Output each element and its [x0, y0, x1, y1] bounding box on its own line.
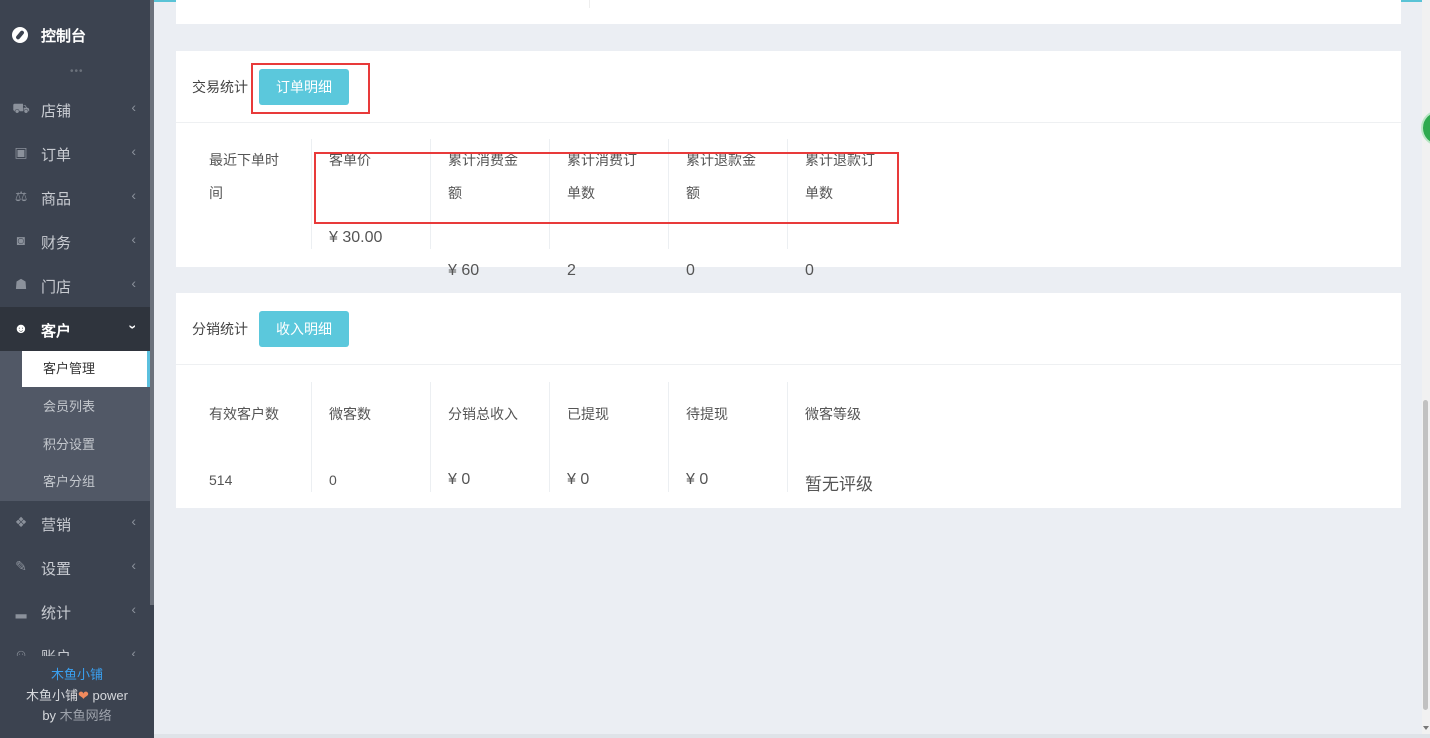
submenu-item-customer-group[interactable]: 客户分组 — [22, 464, 150, 500]
chevron-left-icon: ‹ — [131, 513, 136, 529]
heart-icon: ❤ — [78, 688, 89, 703]
trade-stats-title: 交易统计 — [192, 79, 248, 95]
sidebar-item-label: 商品 — [41, 191, 72, 208]
stat-value: 0 — [805, 262, 814, 279]
stat-header: 已提现 — [567, 406, 609, 422]
sidebar-item-marketing[interactable]: ❖ 营销 ‹ — [0, 501, 150, 545]
chevron-left-icon: ‹ — [131, 143, 136, 159]
sidebar-item-label: 设置 — [41, 561, 72, 578]
sidebar-item-store[interactable]: ☗ 门店 ‹ — [0, 263, 150, 307]
users-icon: ☻ — [13, 320, 29, 336]
stat-header: 有效客户数 — [209, 406, 279, 422]
stat-header: 分销总收入 — [448, 406, 518, 422]
stat-col-total-income: 分销总收入 ¥ 0 — [430, 382, 549, 492]
stat-value: 0 — [329, 472, 337, 488]
sidebar-item-finance[interactable]: ◙ 财务 ‹ — [0, 219, 150, 263]
sidebar-item-label: 客户 — [41, 323, 72, 340]
chevron-down-icon: › — [125, 324, 142, 330]
sitemap-icon: ☗ — [14, 276, 28, 292]
dashboard-link[interactable]: 控制台 — [0, 0, 150, 70]
footer-by-prefix: by — [42, 708, 60, 723]
wrench-icon: ✎ — [15, 558, 27, 574]
scale-icon: ⚖ — [14, 188, 28, 204]
previous-card — [176, 0, 1401, 24]
stat-header: 微客等级 — [805, 406, 861, 422]
collapse-dots[interactable]: ••• — [70, 66, 84, 77]
chevron-left-icon: ‹ — [131, 99, 136, 115]
chevron-left-icon: ‹ — [131, 275, 136, 291]
stat-header-line1: 最近下单时 — [209, 152, 279, 168]
sidebar-item-stats[interactable]: ▂ 统计 ‹ — [0, 589, 150, 633]
chevron-left-icon: ‹ — [131, 557, 136, 573]
distribution-stats-card: 分销统计 收入明细 有效客户数 514 微客数 0 分销总收入 ¥ 0 已提现 … — [176, 293, 1401, 508]
sidebar-item-goods[interactable]: ⚖ 商品 ‹ — [0, 175, 150, 219]
stat-col-micro-customers: 微客数 0 — [311, 382, 430, 492]
stat-value: 2 — [567, 262, 576, 279]
sidebar-item-settings[interactable]: ✎ 设置 ‹ — [0, 545, 150, 589]
divider — [589, 0, 590, 8]
compass-icon — [12, 27, 28, 43]
stat-value: 0 — [686, 262, 695, 279]
sidebar-item-order[interactable]: ▣ 订单 ‹ — [0, 131, 150, 175]
customer-submenu: 客户管理 会员列表 积分设置 客户分组 — [0, 351, 150, 501]
sidebar-item-label: 订单 — [41, 147, 72, 164]
bottom-strip — [154, 734, 1430, 738]
sidebar-footer: 木鱼小铺 木鱼小铺❤ power by 木鱼网络 — [0, 656, 154, 738]
submenu-item-points-settings[interactable]: 积分设置 — [22, 427, 150, 463]
signal-icon: ▂ — [15, 602, 27, 618]
footer-power: 木鱼小铺❤ power — [0, 685, 154, 704]
stat-value: ¥ 0 — [448, 471, 471, 488]
sidebar-item-label: 营销 — [41, 517, 72, 534]
cash-icon: ◙ — [16, 232, 26, 248]
stat-value: ¥ 60 — [448, 262, 480, 279]
sidebar-item-label: 门店 — [41, 279, 72, 296]
chevron-left-icon: ‹ — [131, 187, 136, 203]
sidebar-item-shop[interactable]: ⛟ 店铺 ‹ — [0, 87, 150, 131]
stat-value: 暂无评级 — [805, 475, 873, 494]
income-detail-button[interactable]: 收入明细 — [259, 311, 349, 347]
stat-header: 微客数 — [329, 406, 371, 422]
gift-icon: ❖ — [14, 514, 28, 530]
money-icon: ▣ — [14, 144, 28, 160]
submenu-item-customer-manage[interactable]: 客户管理 — [22, 351, 150, 387]
stat-value: 514 — [209, 472, 233, 488]
distribution-stats-title: 分销统计 — [192, 321, 248, 337]
stat-value: ¥ 0 — [686, 471, 709, 488]
highlight-box-button — [251, 63, 370, 114]
stat-col-micro-level: 微客等级 暂无评级 — [787, 382, 906, 494]
stat-col-last-order-time: 最近下单时 间 — [192, 139, 311, 249]
stat-col-valid-customers: 有效客户数 514 — [192, 382, 311, 492]
stat-value: ¥ 30.00 — [329, 229, 383, 246]
user-icon: ☺ — [13, 646, 29, 656]
stat-col-pending-withdraw: 待提现 ¥ 0 — [668, 382, 787, 492]
sidebar-item-label: 统计 — [41, 605, 72, 622]
footer-brand-link[interactable]: 木鱼小铺 — [0, 664, 154, 683]
stat-header: 待提现 — [686, 406, 728, 422]
footer-by: by 木鱼网络 — [0, 705, 154, 724]
page-scrollbar[interactable] — [1422, 0, 1430, 738]
chevron-left-icon: ‹ — [131, 645, 136, 656]
sidebar-item-label: 账户 — [41, 646, 71, 656]
footer-company-link[interactable]: 木鱼网络 — [60, 708, 112, 723]
highlight-box-stats — [314, 152, 899, 224]
sidebar-item-label: 店铺 — [41, 103, 72, 120]
sidebar-item-label: 财务 — [41, 235, 72, 252]
basket-icon: ⛟ — [12, 100, 30, 116]
sidebar-item-customer[interactable]: ☻ 客户 › — [0, 307, 150, 351]
scroll-down-arrow-icon[interactable] — [1423, 726, 1429, 730]
sidebar-item-account[interactable]: ☺ 账户 ‹ — [0, 633, 150, 656]
card-header: 分销统计 收入明细 — [176, 293, 1401, 365]
stat-header-line2: 间 — [209, 185, 223, 201]
stat-value: ¥ 0 — [567, 471, 590, 488]
dashboard-label: 控制台 — [41, 28, 87, 45]
chevron-left-icon: ‹ — [131, 231, 136, 247]
submenu-item-member-list[interactable]: 会员列表 — [22, 389, 150, 425]
sidebar: 控制台 ••• ⛟ 店铺 ‹ ▣ 订单 ‹ ⚖ 商品 ‹ ◙ 财务 ‹ ☗ 门店… — [0, 0, 154, 738]
stat-col-withdrawn: 已提现 ¥ 0 — [549, 382, 668, 492]
footer-power-suffix: power — [88, 688, 128, 703]
scrollbar-thumb[interactable] — [1423, 400, 1428, 710]
chevron-left-icon: ‹ — [131, 601, 136, 617]
footer-power-prefix: 木鱼小铺 — [26, 688, 79, 703]
